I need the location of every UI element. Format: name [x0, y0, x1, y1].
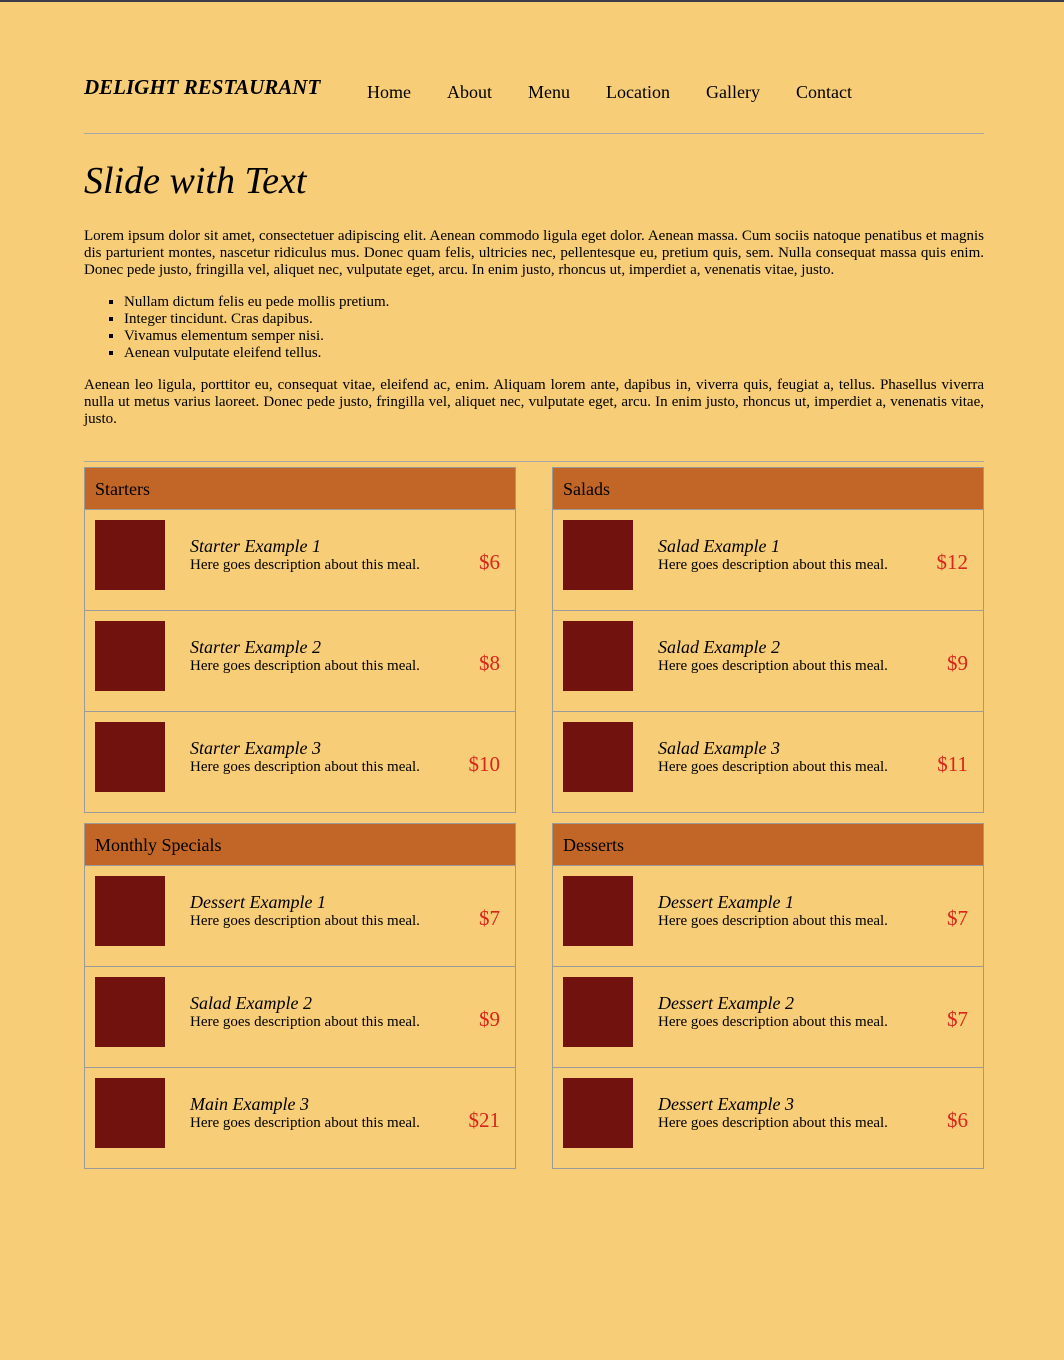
- menu-item[interactable]: Dessert Example 1 Here goes description …: [553, 866, 983, 967]
- nav-about[interactable]: About: [447, 80, 492, 104]
- meal-price: $9: [947, 651, 968, 675]
- meal-thumbnail: [563, 520, 633, 590]
- meal-name: Dessert Example 1: [190, 892, 326, 912]
- meal-description: Here goes description about this meal.: [658, 759, 888, 775]
- page-container: DELIGHT RESTAURANT Home About Menu Locat…: [84, 2, 984, 1169]
- meal-price: $6: [947, 1108, 968, 1132]
- meal-thumbnail: [95, 977, 165, 1047]
- menu-item[interactable]: Salad Example 2 Here goes description ab…: [85, 967, 515, 1068]
- meal-name: Dessert Example 2: [658, 993, 794, 1013]
- meal-description: Here goes description about this meal.: [658, 1115, 888, 1131]
- meal-name: Starter Example 2: [190, 637, 321, 657]
- meal-price: $9: [479, 1007, 500, 1031]
- meal-thumbnail: [95, 722, 165, 792]
- meal-thumbnail: [95, 1078, 165, 1148]
- intro-paragraph: Lorem ipsum dolor sit amet, consectetuer…: [84, 228, 984, 278]
- menu-item[interactable]: Starter Example 2 Here goes description …: [85, 611, 515, 712]
- meal-name: Dessert Example 3: [658, 1094, 794, 1114]
- meal-price: $21: [468, 1108, 501, 1132]
- site-header: DELIGHT RESTAURANT Home About Menu Locat…: [84, 2, 984, 134]
- meal-description: Here goes description about this meal.: [190, 1115, 420, 1131]
- menu-item[interactable]: Dessert Example 2 Here goes description …: [553, 967, 983, 1068]
- brand-logo[interactable]: DELIGHT RESTAURANT: [84, 75, 320, 99]
- meal-thumbnail: [95, 621, 165, 691]
- menu-grid: Starters Starter Example 1 Here goes des…: [84, 467, 984, 1169]
- nav-menu[interactable]: Menu: [528, 80, 570, 104]
- menu-item[interactable]: Dessert Example 3 Here goes description …: [553, 1068, 983, 1168]
- meal-name: Salad Example 2: [658, 637, 780, 657]
- meal-name: Salad Example 2: [190, 993, 312, 1013]
- meal-price: $10: [468, 752, 501, 776]
- meal-name: Salad Example 3: [658, 738, 780, 758]
- meal-description: Here goes description about this meal.: [658, 913, 888, 929]
- nav-contact[interactable]: Contact: [796, 80, 852, 104]
- meal-name: Salad Example 1: [658, 536, 780, 556]
- section-divider: [84, 461, 984, 462]
- menu-section-starters: Starters Starter Example 1 Here goes des…: [84, 467, 516, 813]
- menu-item[interactable]: Salad Example 3 Here goes description ab…: [553, 712, 983, 812]
- nav-gallery[interactable]: Gallery: [706, 80, 760, 104]
- meal-price: $8: [479, 651, 500, 675]
- meal-thumbnail: [563, 1078, 633, 1148]
- feature-list: Nullam dictum felis eu pede mollis preti…: [84, 294, 389, 362]
- list-item: Integer tincidunt. Cras dapibus.: [124, 311, 389, 328]
- menu-item[interactable]: Starter Example 3 Here goes description …: [85, 712, 515, 812]
- menu-item[interactable]: Salad Example 1 Here goes description ab…: [553, 510, 983, 611]
- menu-item[interactable]: Dessert Example 1 Here goes description …: [85, 866, 515, 967]
- meal-name: Dessert Example 1: [658, 892, 794, 912]
- meal-price: $7: [479, 906, 500, 930]
- meal-thumbnail: [563, 876, 633, 946]
- meal-description: Here goes description about this meal.: [190, 1014, 420, 1030]
- meal-thumbnail: [563, 722, 633, 792]
- section-title: Monthly Specials: [85, 824, 515, 866]
- meal-description: Here goes description about this meal.: [190, 658, 420, 674]
- meal-price: $7: [947, 906, 968, 930]
- meal-thumbnail: [563, 621, 633, 691]
- nav-home[interactable]: Home: [367, 80, 411, 104]
- meal-description: Here goes description about this meal.: [658, 658, 888, 674]
- meal-price: $7: [947, 1007, 968, 1031]
- page-title: Slide with Text: [84, 160, 307, 202]
- meal-thumbnail: [95, 520, 165, 590]
- menu-section-salads: Salads Salad Example 1 Here goes descrip…: [552, 467, 984, 813]
- section-title: Desserts: [553, 824, 983, 866]
- menu-section-monthly-specials: Monthly Specials Dessert Example 1 Here …: [84, 823, 516, 1169]
- list-item: Nullam dictum felis eu pede mollis preti…: [124, 294, 389, 311]
- menu-item[interactable]: Main Example 3 Here goes description abo…: [85, 1068, 515, 1168]
- meal-description: Here goes description about this meal.: [658, 557, 888, 573]
- nav-location[interactable]: Location: [606, 80, 670, 104]
- menu-item[interactable]: Salad Example 2 Here goes description ab…: [553, 611, 983, 712]
- section-title: Starters: [85, 468, 515, 510]
- list-item: Vivamus elementum semper nisi.: [124, 328, 389, 345]
- section-title: Salads: [553, 468, 983, 510]
- meal-description: Here goes description about this meal.: [658, 1014, 888, 1030]
- meal-price: $6: [479, 550, 500, 574]
- meal-thumbnail: [95, 876, 165, 946]
- meal-description: Here goes description about this meal.: [190, 913, 420, 929]
- meal-thumbnail: [563, 977, 633, 1047]
- body-paragraph: Aenean leo ligula, porttitor eu, consequ…: [84, 377, 984, 427]
- list-item: Aenean vulputate eleifend tellus.: [124, 345, 389, 362]
- menu-section-desserts: Desserts Dessert Example 1 Here goes des…: [552, 823, 984, 1169]
- meal-name: Main Example 3: [190, 1094, 309, 1114]
- menu-item[interactable]: Starter Example 1 Here goes description …: [85, 510, 515, 611]
- main-nav: Home About Menu Location Gallery Contact: [367, 80, 888, 104]
- meal-name: Starter Example 3: [190, 738, 321, 758]
- meal-description: Here goes description about this meal.: [190, 759, 420, 775]
- meal-name: Starter Example 1: [190, 536, 321, 556]
- meal-price: $11: [937, 752, 968, 776]
- meal-description: Here goes description about this meal.: [190, 557, 420, 573]
- meal-price: $12: [936, 550, 969, 574]
